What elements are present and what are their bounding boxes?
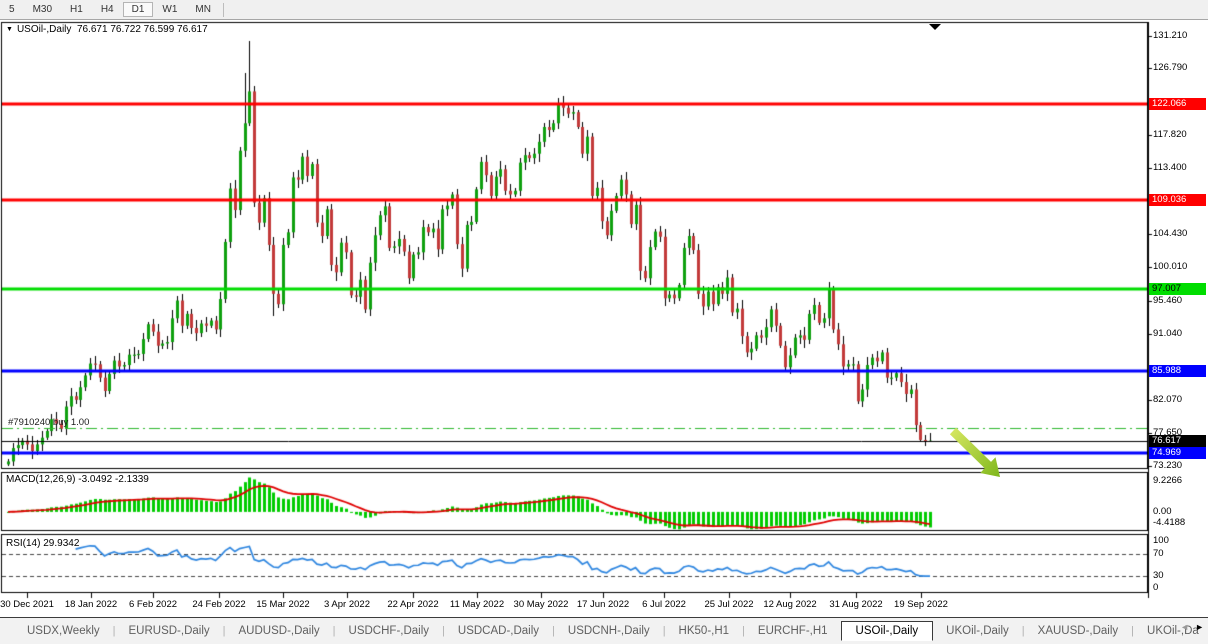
symbol-tab-eurchf-h1[interactable]: EURCHF-,H1 [745, 622, 841, 640]
timeframe-button-mn[interactable]: MN [186, 2, 220, 17]
symbol-tab-eurusd-daily[interactable]: EURUSD-,Daily [116, 622, 223, 640]
price-tick-label: 95.460 [1153, 295, 1182, 306]
macd-axis-label: -4.4188 [1153, 517, 1185, 528]
chart-ohlc-values: 76.671 76.722 76.599 76.617 [77, 24, 208, 35]
date-tick-label: 15 Mar 2022 [256, 599, 309, 610]
rsi-axis-label: 0 [1153, 582, 1158, 593]
trading-platform-window: 5M30H1H4D1W1MN ▼ USOil-,Daily 76.671 76.7… [0, 0, 1208, 644]
rsi-indicator-label: RSI(14) 29.9342 [6, 538, 79, 549]
symbol-tab-hk50-h1[interactable]: HK50-,H1 [666, 622, 743, 640]
symbol-tab-usoil-daily[interactable]: USOil-,Daily [841, 621, 934, 641]
price-tick-label: 131.210 [1153, 30, 1187, 41]
date-tick-label: 11 May 2022 [450, 599, 504, 610]
tab-scroll-left-icon[interactable]: ◄ [1180, 622, 1189, 632]
price-tick-label: 117.820 [1153, 129, 1187, 140]
price-tick-label: 113.400 [1153, 162, 1187, 173]
price-level-badge: 76.617 [1149, 435, 1206, 447]
symbol-tab-bar: USDX,Weekly|EURUSD-,Daily|AUDUSD-,Daily|… [0, 617, 1208, 644]
timeframe-button-m30[interactable]: M30 [24, 2, 61, 17]
symbol-tab-audusd-daily[interactable]: AUDUSD-,Daily [226, 622, 333, 640]
date-tick-label: 30 May 2022 [514, 599, 569, 610]
macd-axis-label: 9.2266 [1153, 475, 1182, 486]
open-order-label: #7910240 buy 1.00 [8, 417, 89, 428]
timeframe-button-5[interactable]: 5 [0, 2, 24, 17]
symbol-tab-usdcad-daily[interactable]: USDCAD-,Daily [445, 622, 552, 640]
rsi-axis-label: 100 [1153, 535, 1169, 546]
date-tick-label: 17 Jun 2022 [577, 599, 629, 610]
date-tick-label: 3 Apr 2022 [324, 599, 370, 610]
date-tick-label: 24 Feb 2022 [192, 599, 245, 610]
date-tick-label: 25 Jul 2022 [704, 599, 753, 610]
timeframe-button-w1[interactable]: W1 [153, 2, 186, 17]
symbol-tab-usdcnh-daily[interactable]: USDCNH-,Daily [555, 622, 663, 640]
price-level-badge: 85.988 [1149, 365, 1206, 377]
toolbar-separator [223, 3, 224, 17]
timeframe-button-h1[interactable]: H1 [61, 2, 92, 17]
price-tick-label: 91.040 [1153, 328, 1182, 339]
timeframe-button-h4[interactable]: H4 [92, 2, 123, 17]
chart-scroll-marker-icon[interactable] [929, 24, 941, 30]
symbol-tab-usdx-weekly[interactable]: USDX,Weekly [14, 622, 113, 640]
symbol-tab-ukoil-daily[interactable]: UKOil-,Daily [933, 622, 1022, 640]
rsi-axis-label: 30 [1153, 570, 1164, 581]
price-level-badge: 74.969 [1149, 447, 1206, 459]
timeframe-button-d1[interactable]: D1 [123, 2, 154, 17]
tab-scroll-right-icon[interactable]: ► [1195, 622, 1204, 632]
date-tick-label: 19 Sep 2022 [894, 599, 948, 610]
tab-scroll-arrows: ◄ ► [1180, 622, 1204, 632]
date-tick-label: 6 Feb 2022 [129, 599, 177, 610]
date-tick-label: 18 Jan 2022 [65, 599, 117, 610]
date-tick-label: 12 Aug 2022 [763, 599, 816, 610]
price-tick-label: 104.430 [1153, 228, 1187, 239]
title-dropdown-icon[interactable]: ▼ [6, 26, 13, 33]
price-tick-label: 73.230 [1153, 460, 1182, 471]
date-tick-label: 22 Apr 2022 [387, 599, 438, 610]
date-tick-label: 30 Dec 2021 [0, 599, 54, 610]
timeframe-toolbar: 5M30H1H4D1W1MN [0, 0, 1208, 20]
price-level-badge: 109.036 [1149, 194, 1206, 206]
chart-title: ▼ USOil-,Daily 76.671 76.722 76.599 76.61… [6, 24, 208, 35]
date-tick-label: 31 Aug 2022 [829, 599, 882, 610]
price-tick-label: 100.010 [1153, 261, 1187, 272]
symbol-tab-xauusd-daily[interactable]: XAUUSD-,Daily [1025, 622, 1132, 640]
price-chart-canvas[interactable] [0, 0, 1208, 644]
rsi-axis-label: 70 [1153, 548, 1164, 559]
symbol-tab-usdchf-daily[interactable]: USDCHF-,Daily [336, 622, 443, 640]
price-level-badge: 122.066 [1149, 98, 1206, 110]
price-level-badge: 97.007 [1149, 283, 1206, 295]
macd-axis-label: 0.00 [1153, 506, 1172, 517]
price-tick-label: 126.790 [1153, 62, 1187, 73]
price-tick-label: 82.070 [1153, 394, 1182, 405]
chart-symbol-label: USOil-,Daily [17, 24, 71, 35]
macd-indicator-label: MACD(12,26,9) -3.0492 -2.1339 [6, 474, 149, 485]
date-tick-label: 6 Jul 2022 [642, 599, 686, 610]
